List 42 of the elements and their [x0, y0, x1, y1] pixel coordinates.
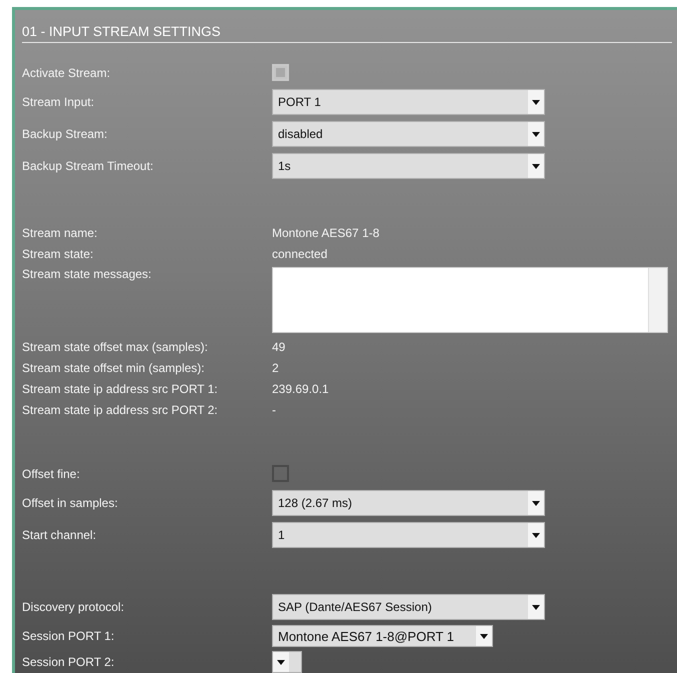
- field-value: 2: [272, 360, 279, 374]
- caret-icon: [532, 604, 540, 610]
- field-label: Discovery protocol:: [22, 600, 126, 614]
- field-label: Backup Stream:: [22, 127, 108, 141]
- field-label: Stream name:: [22, 226, 98, 240]
- caret-icon: [532, 132, 540, 136]
- dropdown[interactable]: disabled: [272, 121, 545, 147]
- field-label: Stream Input:: [22, 95, 96, 109]
- dropdown[interactable]: 1: [272, 522, 545, 548]
- field-label: Start channel:: [22, 528, 98, 542]
- field-value: -: [272, 402, 276, 416]
- dropdown[interactable]: 1s: [272, 153, 545, 179]
- caret-icon: [532, 100, 540, 104]
- field-label: Offset in samples:: [22, 496, 119, 510]
- caret-icon: [532, 500, 540, 506]
- field-label: Stream state offset min (samples):: [22, 360, 206, 374]
- caret-icon: [532, 164, 540, 168]
- dropdown[interactable]: [272, 651, 302, 673]
- field-label: Stream state ip address src PORT 1:: [22, 382, 219, 396]
- checkbox[interactable]: [272, 465, 289, 482]
- field-label: Stream state messages:: [22, 266, 152, 281]
- field-value: connected: [272, 246, 328, 260]
- section-title: 01 - INPUT STREAM SETTINGS: [22, 10, 672, 43]
- dropdown[interactable]: 128 (2.67 ms): [272, 490, 545, 516]
- caret-icon: [480, 634, 488, 638]
- scrollbar[interactable]: [648, 268, 667, 332]
- field-label: Stream state offset max (samples):: [22, 340, 209, 354]
- dropdown[interactable]: PORT 1: [272, 89, 545, 115]
- caret-icon: [532, 532, 540, 538]
- field-label: Activate Stream:: [22, 66, 112, 80]
- field-value: 239.69.0.1: [272, 382, 329, 396]
- caret-icon: [277, 660, 285, 664]
- field-label: Stream state ip address src PORT 2:: [22, 402, 219, 416]
- field-label: Stream state:: [22, 246, 94, 260]
- dropdown[interactable]: Montone AES67 1-8@PORT 1: [272, 625, 494, 647]
- field-label: Session PORT 1:: [22, 629, 116, 643]
- field-label: Session PORT 2:: [22, 655, 116, 669]
- field-value: 49: [272, 340, 286, 354]
- dropdown[interactable]: SAP (Dante/AES67 Session): [272, 594, 545, 620]
- field-label: Backup Stream Timeout:: [22, 159, 154, 173]
- field-value: Montone AES67 1-8: [272, 226, 380, 240]
- field-label: Offset fine:: [22, 466, 81, 480]
